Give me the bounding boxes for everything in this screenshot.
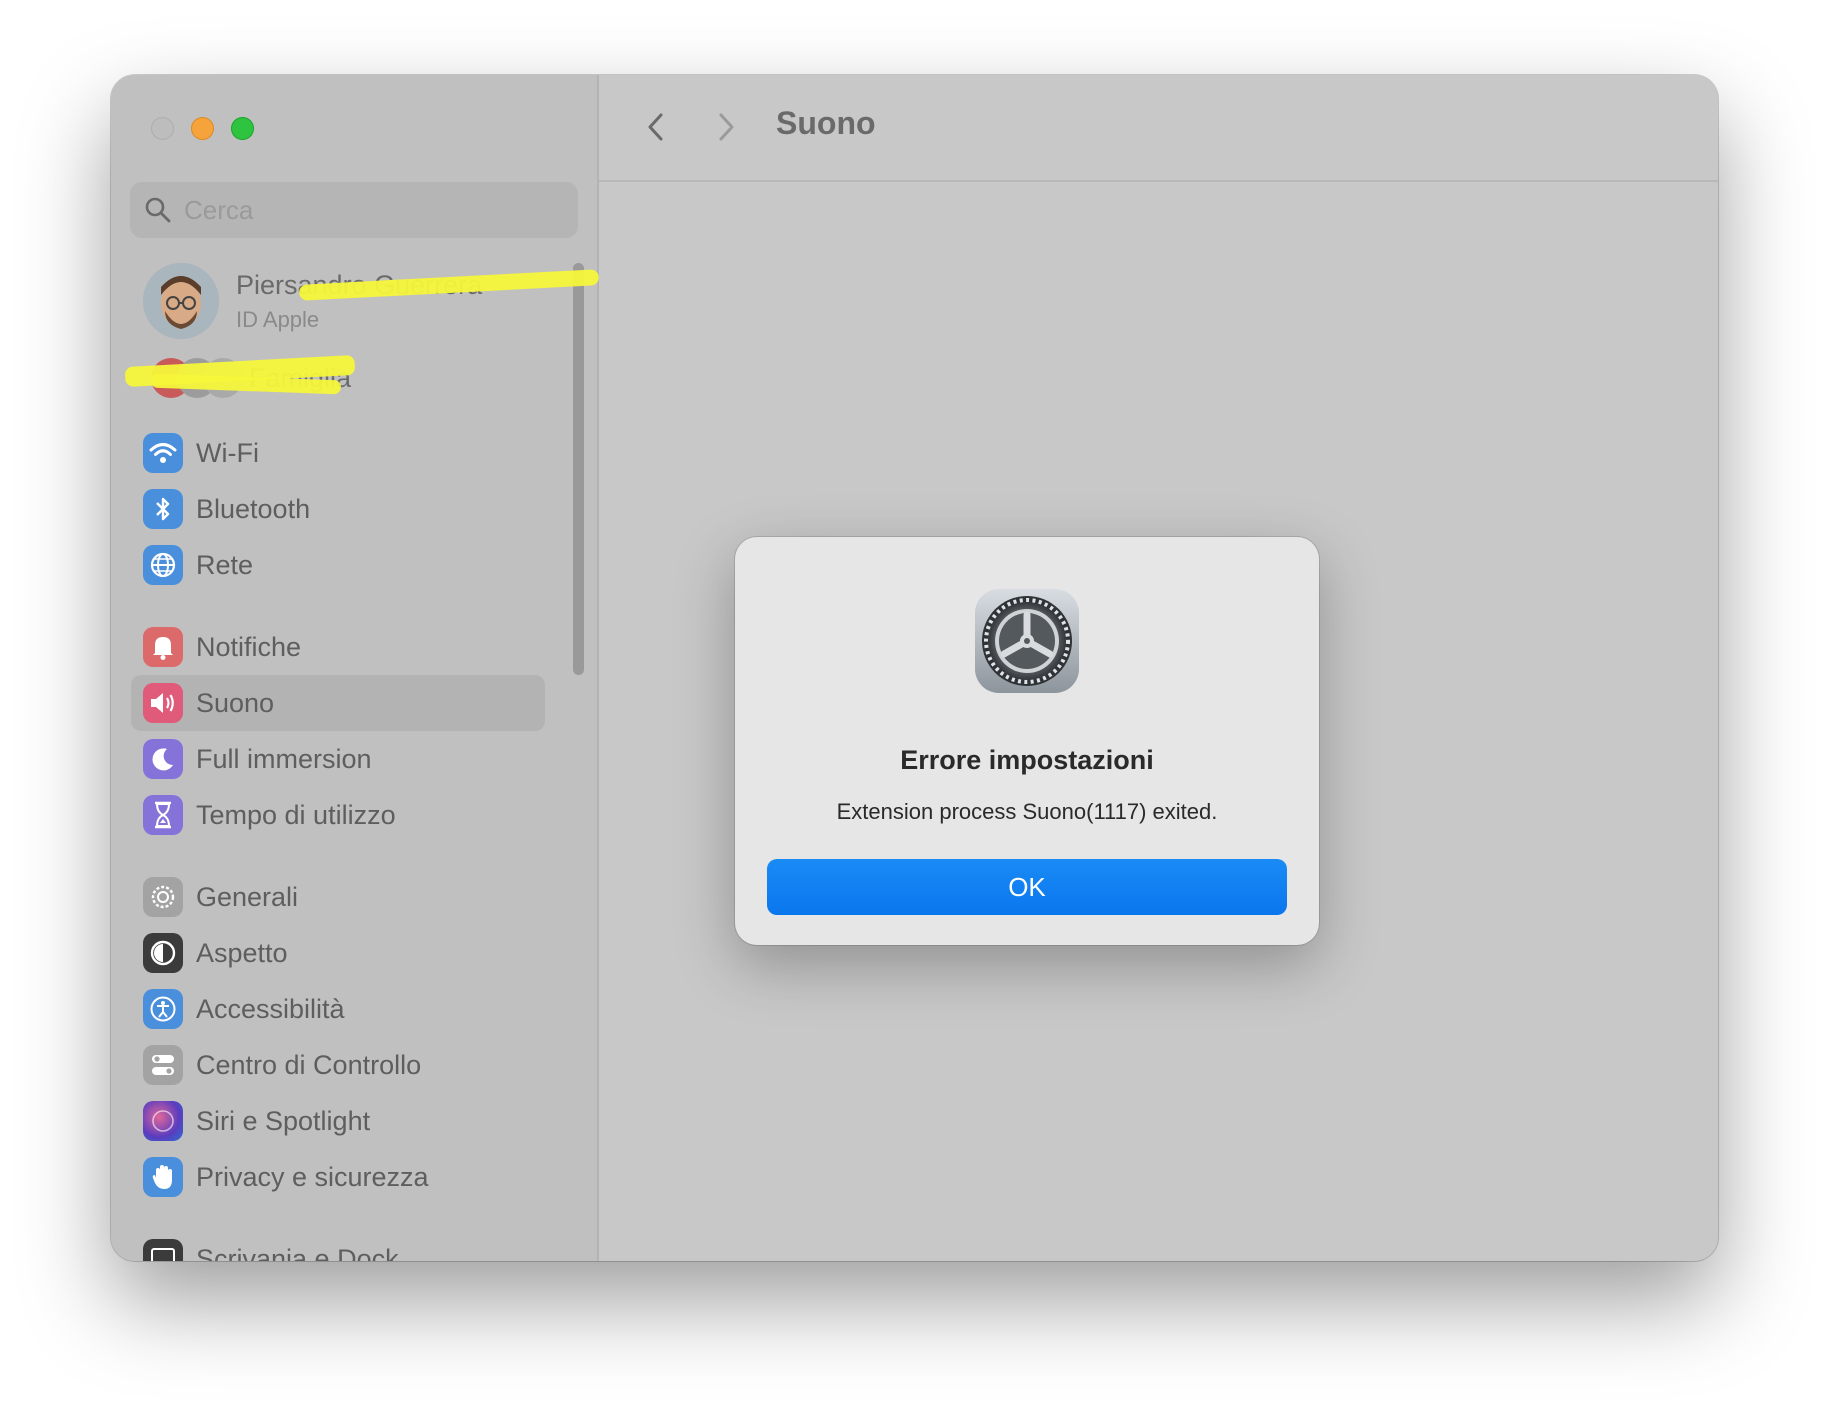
sidebar-item-label: Privacy e sicurezza <box>196 1161 429 1192</box>
hourglass-icon <box>143 795 183 835</box>
sidebar-item-label: Wi-Fi <box>196 437 259 468</box>
sidebar-item-label: Notifiche <box>196 631 302 662</box>
ok-button[interactable]: OK <box>767 859 1287 915</box>
accessibility-icon <box>143 989 183 1029</box>
sidebar-item-label: Generali <box>196 881 299 912</box>
search-icon <box>145 197 171 223</box>
settings-window: Piersandro Guerrera ID Apple Famiglia Wi… <box>111 75 1718 1261</box>
wifi-icon <box>143 433 183 473</box>
forward-button[interactable] <box>711 107 741 147</box>
sidebar-item-label: Bluetooth <box>196 493 311 524</box>
bell-icon <box>143 627 183 667</box>
sidebar-item-label: Siri e Spotlight <box>196 1105 371 1136</box>
sidebar-item-tempo-di-utilizzo[interactable]: Tempo di utilizzo <box>131 787 545 843</box>
sidebar-item-label: Suono <box>196 687 275 718</box>
sidebar-item-siri-e-spotlight[interactable]: Siri e Spotlight <box>131 1093 545 1149</box>
dialog-message: Extension process Suono(1117) exited. <box>836 799 1218 824</box>
sidebar-item-rete[interactable]: Rete <box>131 537 545 593</box>
avatar <box>143 263 219 339</box>
appearance-icon <box>143 933 183 973</box>
sidebar-item-full-immersion[interactable]: Full immersion <box>131 731 545 787</box>
sidebar-item-label: Full immersion <box>196 743 372 774</box>
sidebar-item-label: Centro di Controllo <box>196 1049 422 1080</box>
sidebar-scrollbar[interactable] <box>573 263 584 675</box>
pane-title: Suono <box>776 105 876 141</box>
error-dialog: Errore impostazioni Extension process Su… <box>735 537 1319 945</box>
sidebar-item-suono[interactable]: Suono <box>131 675 545 731</box>
zoom-button[interactable] <box>231 117 254 140</box>
memoji-icon <box>143 263 219 339</box>
sidebar-item-label: Accessibilità <box>196 993 345 1024</box>
sidebar: Piersandro Guerrera ID Apple Famiglia Wi… <box>111 75 600 1261</box>
toggles-icon <box>143 1045 183 1085</box>
sidebar-item-accessibilita[interactable]: Accessibilità <box>131 981 545 1037</box>
minimize-button[interactable] <box>191 117 214 140</box>
bluetooth-icon <box>143 489 183 529</box>
apple-id-profile[interactable]: Piersandro Guerrera ID Apple <box>143 263 482 339</box>
globe-icon <box>143 545 183 585</box>
sidebar-item-generali[interactable]: Generali <box>131 869 545 925</box>
sidebar-item-wifi[interactable]: Wi-Fi <box>131 425 545 481</box>
window-controls <box>151 117 254 140</box>
sidebar-item-label: Tempo di utilizzo <box>196 799 396 830</box>
sidebar-item-bluetooth[interactable]: Bluetooth <box>131 481 545 537</box>
system-settings-app-icon <box>975 589 1079 693</box>
sidebar-item-label: Aspetto <box>196 937 288 968</box>
sidebar-item-label: Rete <box>196 549 254 580</box>
back-button[interactable] <box>641 107 671 147</box>
sidebar-item-notifiche[interactable]: Notifiche <box>131 619 545 675</box>
search-input[interactable] <box>182 193 566 227</box>
toolbar-divider <box>599 180 1718 182</box>
sidebar-item-scrivania-e-dock[interactable]: Scrivania e Dock <box>131 1231 545 1261</box>
sidebar-item-centro-di-controllo[interactable]: Centro di Controllo <box>131 1037 545 1093</box>
dock-icon <box>143 1239 183 1261</box>
gear-icon <box>143 877 183 917</box>
speaker-icon <box>143 683 183 723</box>
moon-icon <box>143 739 183 779</box>
search-field[interactable] <box>130 182 578 238</box>
sidebar-item-label: Scrivania e Dock <box>196 1243 399 1262</box>
hand-icon <box>143 1157 183 1197</box>
sidebar-item-aspetto[interactable]: Aspetto <box>131 925 545 981</box>
sidebar-item-privacy-e-sicurezza[interactable]: Privacy e sicurezza <box>131 1149 545 1205</box>
profile-subtitle: ID Apple <box>236 306 320 332</box>
close-button[interactable] <box>151 117 174 140</box>
dialog-title: Errore impostazioni <box>900 745 1154 775</box>
siri-icon <box>143 1101 183 1141</box>
